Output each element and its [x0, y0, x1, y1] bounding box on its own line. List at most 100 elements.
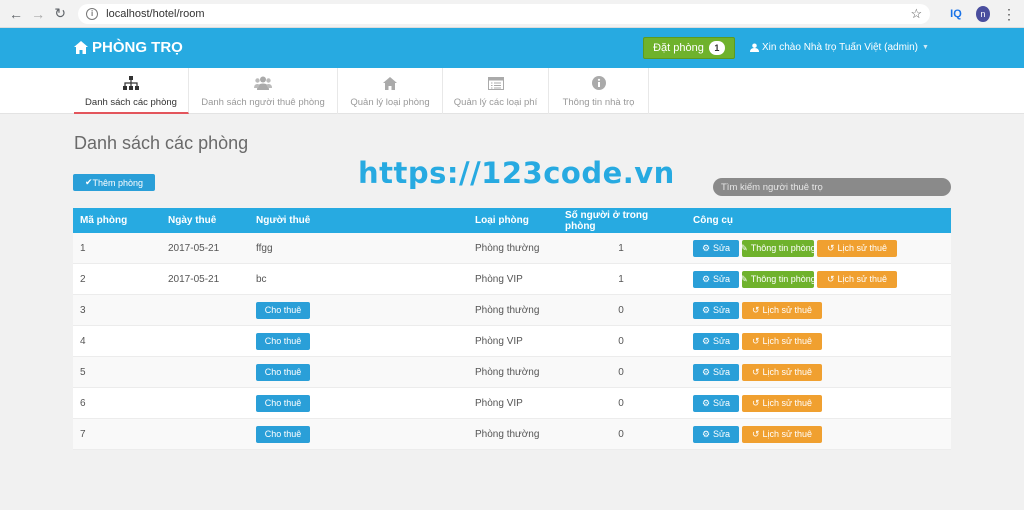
edit-icon: ✎ [740, 273, 748, 284]
info-circle-icon [591, 76, 606, 90]
tab-room-list[interactable]: Danh sách các phòng [74, 68, 189, 114]
gear-icon: ⚙ [701, 273, 711, 284]
room-type: Phòng VIP [475, 335, 523, 347]
rental-history-button[interactable]: ↺ Lịch sử thuê [742, 332, 822, 350]
rental-history-label: Lịch sử thuê [837, 274, 888, 284]
room-type: Phòng thường [475, 428, 540, 440]
gear-icon: ⚙ [701, 304, 711, 315]
row-tools: ⚙ Sửa ✎ Thông tin phòng ↺ Lịch sử thuê [693, 264, 900, 294]
rent-button[interactable]: Cho thuê [256, 301, 310, 319]
table-row: 3 Cho thuê Phòng thường 0 ⚙ Sửa ↺ Lịch sử thuê [73, 295, 951, 326]
tab-label: Quản lý loại phòng [350, 97, 430, 108]
brand-title: PHÒNG TRỌ [92, 39, 183, 56]
room-info-button[interactable]: ✎ Thông tin phòng [740, 270, 816, 288]
table-row: 6 Cho thuê Phòng VIP 0 ⚙ Sửa ↺ Lịch sử thuê [73, 388, 951, 419]
rental-history-button[interactable]: ↺ Lịch sử thuê [742, 301, 822, 319]
users-icon [254, 76, 272, 90]
undo-icon: ↺ [751, 397, 760, 408]
rental-history-button[interactable]: ↺ Lịch sử thuê [817, 270, 897, 288]
edit-label: Sửa [713, 429, 731, 439]
occupant-count: 0 [618, 397, 624, 409]
main-tabs: Danh sách các phòng Danh sách người thuê… [0, 68, 1024, 114]
chevron-down-icon: ✔ [84, 177, 93, 187]
info-icon[interactable]: i [86, 7, 99, 20]
extension-iq-icon[interactable]: IQ [950, 8, 962, 20]
edit-label: Sửa [713, 305, 731, 315]
tenant-search-input[interactable] [713, 178, 951, 196]
book-room-button[interactable]: Đặt phòng 1 [643, 37, 735, 59]
rental-history-button[interactable]: ↺ Lịch sử thuê [742, 363, 822, 381]
edit-label: Sửa [713, 243, 731, 253]
edit-label: Sửa [713, 336, 731, 346]
tab-tenant-list[interactable]: Danh sách người thuê phòng [189, 68, 338, 114]
url-text: localhost/hotel/room [106, 7, 205, 20]
rental-history-button[interactable]: ↺ Lịch sử thuê [742, 425, 822, 443]
edit-label: Sửa [713, 398, 731, 408]
rental-history-label: Lịch sử thuê [762, 367, 813, 377]
room-type: Phòng VIP [475, 273, 523, 285]
rental-history-label: Lịch sử thuê [762, 305, 813, 315]
row-tools: ⚙ Sửa ↺ Lịch sử thuê [693, 295, 825, 325]
profile-avatar[interactable]: n [975, 5, 991, 22]
tab-house-info[interactable]: Thông tin nhà trọ [549, 68, 649, 114]
room-id: 6 [80, 397, 86, 409]
room-info-button[interactable]: ✎ Thông tin phòng [740, 239, 816, 257]
edit-button[interactable]: ⚙ Sửa [693, 239, 739, 257]
tab-label: Thông tin nhà trọ [562, 97, 635, 108]
brand-link[interactable]: PHÒNG TRỌ [74, 39, 183, 56]
table-row: 5 Cho thuê Phòng thường 0 ⚙ Sửa ↺ Lịch sử thuê [73, 357, 951, 388]
table-header: Mã phòng Ngày thuê Người thuê Loại phòng… [73, 208, 951, 233]
rental-history-label: Lịch sử thuê [837, 243, 888, 253]
table-row: 7 Cho thuê Phòng thường 0 ⚙ Sửa ↺ Lịch sử thuê [73, 419, 951, 450]
table-row: 4 Cho thuê Phòng VIP 0 ⚙ Sửa ↺ Lịch sử thuê [73, 326, 951, 357]
gear-icon: ⚙ [701, 335, 711, 346]
browser-menu-icon[interactable]: ⋮ [1002, 7, 1016, 21]
occupant-count: 1 [618, 242, 624, 254]
edit-button[interactable]: ⚙ Sửa [693, 363, 739, 381]
rental-history-label: Lịch sử thuê [762, 336, 813, 346]
occupant-count: 0 [618, 428, 624, 440]
tab-label: Quản lý các loại phí [453, 97, 538, 108]
rent-button[interactable]: Cho thuê [256, 332, 310, 350]
rental-history-button[interactable]: ↺ Lịch sử thuê [742, 394, 822, 412]
room-info-label: Thông tin phòng [750, 243, 816, 253]
back-arrow-icon[interactable]: ← [8, 5, 24, 23]
booking-count-badge: 1 [708, 41, 725, 55]
edit-button[interactable]: ⚙ Sửa [693, 270, 739, 288]
tab-fee-types[interactable]: Quản lý các loại phí [443, 68, 549, 114]
row-tools: ⚙ Sửa ↺ Lịch sử thuê [693, 388, 825, 418]
site-header: PHÒNG TRỌ Đặt phòng 1 Xin chào Nhà trọ T… [0, 28, 1024, 68]
edit-button[interactable]: ⚙ Sửa [693, 394, 739, 412]
user-menu[interactable]: Xin chào Nhà trọ Tuấn Việt (admin) ▼ [750, 42, 929, 53]
bookmark-star-icon[interactable]: ☆ [910, 6, 922, 22]
edit-button[interactable]: ⚙ Sửa [693, 301, 739, 319]
rental-history-button[interactable]: ↺ Lịch sử thuê [817, 239, 897, 257]
rent-button[interactable]: Cho thuê [256, 394, 310, 412]
address-bar[interactable]: i localhost/hotel/room ☆ [78, 3, 931, 24]
book-room-label: Đặt phòng [653, 42, 704, 54]
home-icon [383, 76, 397, 90]
caret-down-icon: ▼ [922, 44, 929, 51]
tab-room-types[interactable]: Quản lý loại phòng [338, 68, 443, 114]
header-rent-date: Ngày thuê [168, 215, 217, 226]
gear-icon: ⚙ [701, 242, 711, 253]
add-room-button[interactable]: ✔ Thêm phòng [73, 174, 155, 191]
table-row: 1 2017-05-21 ffgg Phòng thường 1 ⚙ Sửa ✎ Thông t… [73, 233, 951, 264]
rent-button[interactable]: Cho thuê [256, 363, 310, 381]
user-icon [750, 43, 759, 52]
table-row: 2 2017-05-21 bc Phòng VIP 1 ⚙ Sửa ✎ Thông tin ph… [73, 264, 951, 295]
tenant-name: bc [256, 273, 267, 285]
room-id: 1 [80, 242, 86, 254]
rent-date: 2017-05-21 [168, 273, 220, 285]
edit-button[interactable]: ⚙ Sửa [693, 425, 739, 443]
occupant-count: 1 [618, 273, 624, 285]
room-id: 4 [80, 335, 86, 347]
forward-arrow-icon[interactable]: → [30, 5, 46, 23]
reload-icon[interactable]: ↻ [52, 5, 68, 23]
header-tools: Công cụ [693, 215, 733, 226]
occupant-count: 0 [618, 335, 624, 347]
rent-button[interactable]: Cho thuê [256, 425, 310, 443]
room-id: 2 [80, 273, 86, 285]
header-room-id: Mã phòng [80, 215, 128, 226]
edit-button[interactable]: ⚙ Sửa [693, 332, 739, 350]
